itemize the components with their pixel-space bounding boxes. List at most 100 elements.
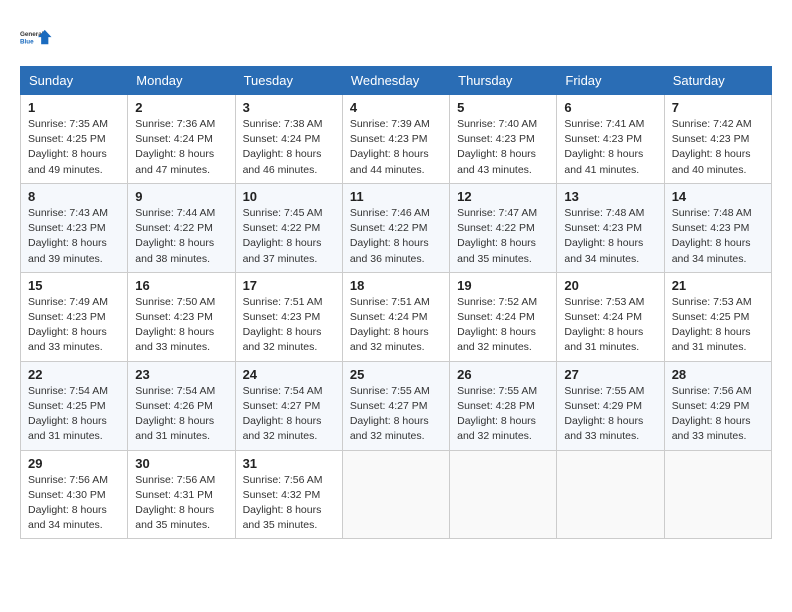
day-number: 6 <box>564 100 656 115</box>
calendar-cell: 9 Sunrise: 7:44 AMSunset: 4:22 PMDaylight… <box>128 183 235 272</box>
calendar-week-1: 1 Sunrise: 7:35 AMSunset: 4:25 PMDaylight… <box>21 95 772 184</box>
calendar-cell <box>557 450 664 539</box>
day-info: Sunrise: 7:35 AMSunset: 4:25 PMDaylight:… <box>28 117 120 178</box>
day-info: Sunrise: 7:36 AMSunset: 4:24 PMDaylight:… <box>135 117 227 178</box>
day-number: 25 <box>350 367 442 382</box>
svg-text:Blue: Blue <box>20 38 34 45</box>
day-number: 4 <box>350 100 442 115</box>
day-info: Sunrise: 7:47 AMSunset: 4:22 PMDaylight:… <box>457 206 549 267</box>
calendar-cell: 24Sunrise: 7:54 AMSunset: 4:27 PMDayligh… <box>235 361 342 450</box>
calendar-cell: 31Sunrise: 7:56 AMSunset: 4:32 PMDayligh… <box>235 450 342 539</box>
calendar-cell: 25 Sunrise: 7:55 AMSunset: 4:27 PMDayligh… <box>342 361 449 450</box>
calendar-week-3: 15 Sunrise: 7:49 AMSunset: 4:23 PMDayligh… <box>21 272 772 361</box>
day-number: 5 <box>457 100 549 115</box>
calendar-cell <box>342 450 449 539</box>
day-info: Sunrise: 7:39 AMSunset: 4:23 PMDaylight:… <box>350 117 442 178</box>
weekday-header-row: SundayMondayTuesdayWednesdayThursdayFrid… <box>21 67 772 95</box>
day-info: Sunrise: 7:41 AMSunset: 4:23 PMDaylight:… <box>564 117 656 178</box>
calendar-cell: 16 Sunrise: 7:50 AMSunset: 4:23 PMDayligh… <box>128 272 235 361</box>
calendar-cell: 12 Sunrise: 7:47 AMSunset: 4:22 PMDayligh… <box>450 183 557 272</box>
day-number: 2 <box>135 100 227 115</box>
day-number: 7 <box>672 100 764 115</box>
calendar-cell: 21Sunrise: 7:53 AMSunset: 4:25 PMDayligh… <box>664 272 771 361</box>
calendar-week-5: 29 Sunrise: 7:56 AMSunset: 4:30 PMDayligh… <box>21 450 772 539</box>
day-number: 23 <box>135 367 227 382</box>
calendar-cell: 10 Sunrise: 7:45 AMSunset: 4:22 PMDayligh… <box>235 183 342 272</box>
calendar-cell: 19 Sunrise: 7:52 AMSunset: 4:24 PMDayligh… <box>450 272 557 361</box>
weekday-header-wednesday: Wednesday <box>342 67 449 95</box>
day-number: 29 <box>28 456 120 471</box>
calendar-cell <box>664 450 771 539</box>
day-info: Sunrise: 7:54 AMSunset: 4:25 PMDaylight:… <box>28 384 120 445</box>
day-number: 18 <box>350 278 442 293</box>
calendar-cell: 11Sunrise: 7:46 AMSunset: 4:22 PMDayligh… <box>342 183 449 272</box>
calendar-week-4: 22 Sunrise: 7:54 AMSunset: 4:25 PMDayligh… <box>21 361 772 450</box>
calendar-cell: 8 Sunrise: 7:43 AMSunset: 4:23 PMDaylight… <box>21 183 128 272</box>
svg-text:General: General <box>20 31 44 38</box>
weekday-header-tuesday: Tuesday <box>235 67 342 95</box>
day-info: Sunrise: 7:38 AMSunset: 4:24 PMDaylight:… <box>243 117 335 178</box>
day-info: Sunrise: 7:54 AMSunset: 4:26 PMDaylight:… <box>135 384 227 445</box>
weekday-header-saturday: Saturday <box>664 67 771 95</box>
calendar-cell: 30 Sunrise: 7:56 AMSunset: 4:31 PMDayligh… <box>128 450 235 539</box>
day-info: Sunrise: 7:48 AMSunset: 4:23 PMDaylight:… <box>564 206 656 267</box>
calendar-week-2: 8 Sunrise: 7:43 AMSunset: 4:23 PMDaylight… <box>21 183 772 272</box>
day-number: 30 <box>135 456 227 471</box>
day-info: Sunrise: 7:56 AMSunset: 4:31 PMDaylight:… <box>135 473 227 534</box>
day-info: Sunrise: 7:45 AMSunset: 4:22 PMDaylight:… <box>243 206 335 267</box>
day-number: 3 <box>243 100 335 115</box>
calendar-cell: 20 Sunrise: 7:53 AMSunset: 4:24 PMDayligh… <box>557 272 664 361</box>
day-number: 27 <box>564 367 656 382</box>
calendar-cell: 17Sunrise: 7:51 AMSunset: 4:23 PMDayligh… <box>235 272 342 361</box>
day-info: Sunrise: 7:49 AMSunset: 4:23 PMDaylight:… <box>28 295 120 356</box>
calendar-cell <box>450 450 557 539</box>
day-info: Sunrise: 7:42 AMSunset: 4:23 PMDaylight:… <box>672 117 764 178</box>
calendar-cell: 4 Sunrise: 7:39 AMSunset: 4:23 PMDaylight… <box>342 95 449 184</box>
day-info: Sunrise: 7:55 AMSunset: 4:29 PMDaylight:… <box>564 384 656 445</box>
calendar-cell: 27 Sunrise: 7:55 AMSunset: 4:29 PMDayligh… <box>557 361 664 450</box>
day-number: 19 <box>457 278 549 293</box>
day-number: 20 <box>564 278 656 293</box>
logo-svg: GeneralBlue <box>20 20 56 56</box>
day-number: 16 <box>135 278 227 293</box>
day-info: Sunrise: 7:55 AMSunset: 4:28 PMDaylight:… <box>457 384 549 445</box>
weekday-header-friday: Friday <box>557 67 664 95</box>
day-number: 8 <box>28 189 120 204</box>
calendar-cell: 28Sunrise: 7:56 AMSunset: 4:29 PMDayligh… <box>664 361 771 450</box>
day-number: 12 <box>457 189 549 204</box>
day-number: 13 <box>564 189 656 204</box>
day-number: 22 <box>28 367 120 382</box>
day-number: 21 <box>672 278 764 293</box>
weekday-header-sunday: Sunday <box>21 67 128 95</box>
calendar-cell: 13 Sunrise: 7:48 AMSunset: 4:23 PMDayligh… <box>557 183 664 272</box>
calendar-cell: 14Sunrise: 7:48 AMSunset: 4:23 PMDayligh… <box>664 183 771 272</box>
calendar-cell: 2 Sunrise: 7:36 AMSunset: 4:24 PMDaylight… <box>128 95 235 184</box>
day-info: Sunrise: 7:56 AMSunset: 4:30 PMDaylight:… <box>28 473 120 534</box>
calendar-cell: 23 Sunrise: 7:54 AMSunset: 4:26 PMDayligh… <box>128 361 235 450</box>
day-info: Sunrise: 7:54 AMSunset: 4:27 PMDaylight:… <box>243 384 335 445</box>
day-info: Sunrise: 7:44 AMSunset: 4:22 PMDaylight:… <box>135 206 227 267</box>
day-info: Sunrise: 7:52 AMSunset: 4:24 PMDaylight:… <box>457 295 549 356</box>
day-info: Sunrise: 7:55 AMSunset: 4:27 PMDaylight:… <box>350 384 442 445</box>
day-info: Sunrise: 7:51 AMSunset: 4:23 PMDaylight:… <box>243 295 335 356</box>
day-info: Sunrise: 7:51 AMSunset: 4:24 PMDaylight:… <box>350 295 442 356</box>
weekday-header-monday: Monday <box>128 67 235 95</box>
weekday-header-thursday: Thursday <box>450 67 557 95</box>
day-number: 1 <box>28 100 120 115</box>
calendar-cell: 3 Sunrise: 7:38 AMSunset: 4:24 PMDaylight… <box>235 95 342 184</box>
day-info: Sunrise: 7:40 AMSunset: 4:23 PMDaylight:… <box>457 117 549 178</box>
day-number: 10 <box>243 189 335 204</box>
calendar-cell: 29 Sunrise: 7:56 AMSunset: 4:30 PMDayligh… <box>21 450 128 539</box>
day-info: Sunrise: 7:53 AMSunset: 4:24 PMDaylight:… <box>564 295 656 356</box>
day-number: 9 <box>135 189 227 204</box>
calendar-cell: 5 Sunrise: 7:40 AMSunset: 4:23 PMDaylight… <box>450 95 557 184</box>
day-info: Sunrise: 7:50 AMSunset: 4:23 PMDaylight:… <box>135 295 227 356</box>
header: GeneralBlue <box>20 20 772 56</box>
calendar-cell: 18 Sunrise: 7:51 AMSunset: 4:24 PMDayligh… <box>342 272 449 361</box>
calendar-cell: 15 Sunrise: 7:49 AMSunset: 4:23 PMDayligh… <box>21 272 128 361</box>
day-number: 15 <box>28 278 120 293</box>
day-number: 14 <box>672 189 764 204</box>
day-info: Sunrise: 7:43 AMSunset: 4:23 PMDaylight:… <box>28 206 120 267</box>
calendar-cell: 1 Sunrise: 7:35 AMSunset: 4:25 PMDaylight… <box>21 95 128 184</box>
day-number: 26 <box>457 367 549 382</box>
